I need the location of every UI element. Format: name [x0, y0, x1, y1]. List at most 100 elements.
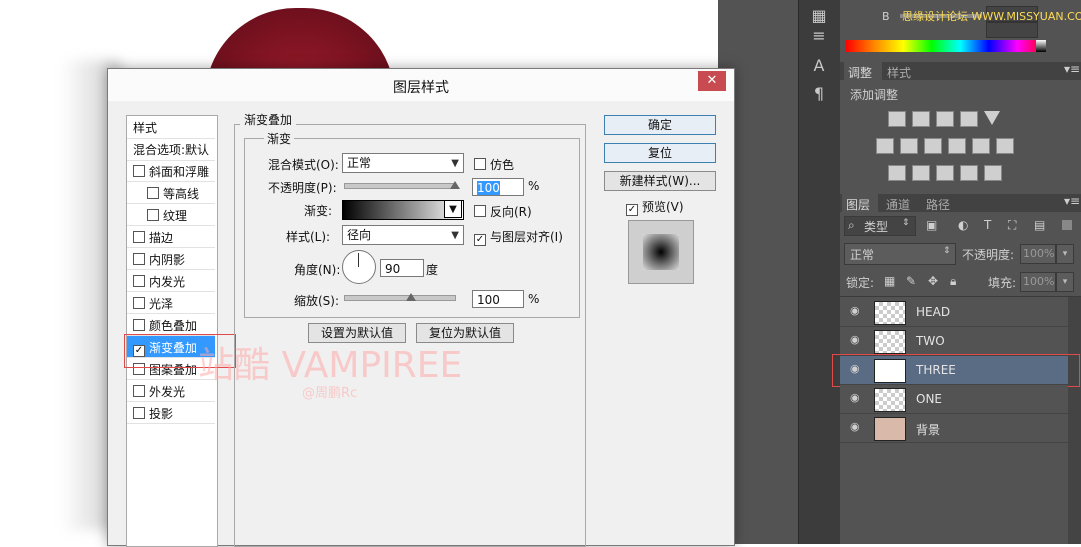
lock-pixels-icon[interactable]: ✎ — [906, 274, 916, 288]
layers-scrollbar[interactable] — [1068, 297, 1081, 544]
checkbox[interactable] — [147, 187, 159, 199]
eye-icon[interactable]: ◉ — [850, 334, 862, 345]
filter-shape-icon[interactable]: ⛶ — [1008, 218, 1016, 233]
checkbox[interactable] — [133, 385, 145, 397]
vibrance-icon[interactable] — [984, 111, 1000, 125]
tab-paths[interactable]: 路径 — [926, 196, 950, 213]
reverse-checkbox[interactable] — [474, 205, 486, 217]
filter-smart-icon[interactable]: ▤ — [1034, 218, 1045, 232]
opacity-slider-thumb[interactable] — [450, 181, 460, 189]
photo-filter-icon[interactable] — [948, 138, 966, 154]
color-spectrum[interactable] — [846, 40, 1046, 52]
align-label: 与图层对齐(I) — [490, 230, 563, 244]
style-item[interactable]: 内阴影 — [127, 248, 215, 270]
chevron-updown-icon: ⇕ — [943, 246, 951, 256]
levels-icon[interactable] — [912, 111, 930, 127]
gradient-map-icon[interactable] — [984, 165, 1002, 181]
blend-mode-label: 正常 — [850, 248, 875, 262]
color-field-2[interactable] — [986, 22, 1038, 38]
style-item[interactable]: 内发光 — [127, 270, 215, 292]
checkbox[interactable] — [133, 165, 145, 177]
fill-dropdown-icon[interactable]: ▾ — [1056, 272, 1074, 292]
style-select[interactable]: 径向 ▼ — [342, 225, 464, 245]
checkbox[interactable] — [133, 319, 145, 331]
align-checkbox[interactable]: ✓ — [474, 234, 486, 246]
style-item[interactable]: 颜色叠加 — [127, 314, 215, 336]
checkbox[interactable] — [147, 209, 159, 221]
opacity-slider[interactable] — [344, 183, 456, 189]
style-item[interactable]: 等高线 — [127, 182, 215, 204]
style-item[interactable]: 纹理 — [127, 204, 215, 226]
scale-value: 100 — [477, 293, 500, 307]
new-style-button[interactable]: 新建样式(W)... — [604, 171, 716, 191]
style-item[interactable]: 斜面和浮雕 — [127, 160, 215, 182]
scale-label: 缩放(S): — [294, 294, 340, 308]
blend-mode-select[interactable]: 正常 ▼ — [342, 153, 464, 173]
dither-checkbox[interactable] — [474, 158, 486, 170]
layer-row[interactable]: ◉ ONE — [840, 385, 1068, 414]
style-item[interactable]: 光泽 — [127, 292, 215, 314]
checkbox[interactable] — [133, 253, 145, 265]
scale-slider[interactable] — [344, 295, 456, 301]
settings-sliders-icon[interactable]: ≡ — [808, 26, 830, 46]
filter-pixel-icon[interactable]: ▣ — [926, 218, 937, 232]
style-item-label: 纹理 — [163, 209, 188, 223]
opacity-dropdown-icon[interactable]: ▾ — [1056, 244, 1074, 264]
opacity-input[interactable]: 100 — [472, 178, 524, 196]
brightness-icon[interactable] — [888, 111, 906, 127]
filter-toggle-icon[interactable] — [1062, 220, 1072, 230]
filter-type-icon[interactable]: T — [984, 218, 991, 232]
angle-dial[interactable] — [342, 250, 376, 284]
color-balance-icon[interactable] — [900, 138, 918, 154]
layers-menu-icon[interactable]: ▾≡ — [1064, 194, 1080, 208]
checkbox[interactable] — [133, 407, 145, 419]
black-white-icon[interactable] — [924, 138, 942, 154]
layer-row[interactable]: ◉ 背景 — [840, 414, 1068, 443]
curves-icon[interactable] — [936, 111, 954, 127]
checkbox[interactable] — [133, 297, 145, 309]
reset-button[interactable]: 复位 — [604, 143, 716, 163]
style-item[interactable]: 描边 — [127, 226, 215, 248]
color-bw-ramp[interactable] — [1036, 40, 1046, 52]
angle-input[interactable]: 90 — [380, 259, 424, 277]
tab-styles[interactable]: 样式 — [887, 64, 911, 81]
style-preview — [628, 220, 694, 284]
threshold-icon[interactable] — [936, 165, 954, 181]
styles-header[interactable]: 样式 — [127, 116, 215, 139]
gradient-dropdown-icon[interactable]: ▼ — [444, 200, 462, 218]
scale-input[interactable]: 100 — [472, 290, 524, 308]
character-icon[interactable]: A — [808, 56, 830, 76]
style-item-label: 投影 — [149, 407, 174, 421]
posterize-icon[interactable] — [912, 165, 930, 181]
opacity-percent: % — [528, 179, 540, 193]
color-lookup-icon[interactable] — [996, 138, 1014, 154]
panel-menu-icon[interactable]: ▾≡ — [1064, 62, 1080, 76]
layer-row[interactable]: ◉ TWO — [840, 327, 1068, 356]
hue-saturation-icon[interactable] — [876, 138, 894, 154]
opacity-value: 100 — [477, 181, 500, 195]
eye-icon[interactable]: ◉ — [850, 392, 862, 403]
ok-button[interactable]: 确定 — [604, 115, 716, 135]
preview-checkbox[interactable]: ✓ — [626, 204, 638, 216]
blend-options-item[interactable]: 混合选项:默认 — [127, 138, 215, 161]
style-item[interactable]: 投影 — [127, 402, 215, 424]
eye-icon[interactable]: ◉ — [850, 421, 862, 432]
close-button[interactable]: ✕ — [698, 71, 726, 91]
layer-row[interactable]: ◉ HEAD — [840, 298, 1068, 327]
scale-slider-thumb[interactable] — [406, 293, 416, 301]
lock-transparent-icon[interactable]: ▦ — [884, 274, 895, 288]
filter-adjust-icon[interactable]: ◐ — [958, 218, 968, 232]
checkbox[interactable] — [133, 231, 145, 243]
lock-all-icon[interactable]: 🔒︎ — [950, 274, 956, 289]
lock-position-icon[interactable]: ✥ — [928, 274, 938, 288]
exposure-icon[interactable] — [960, 111, 978, 127]
tab-channels[interactable]: 通道 — [886, 196, 910, 213]
checkbox[interactable] — [133, 275, 145, 287]
selective-color-icon[interactable] — [960, 165, 978, 181]
paragraph-icon[interactable]: ¶ — [808, 84, 830, 104]
invert-icon[interactable] — [888, 165, 906, 181]
channel-mixer-icon[interactable] — [972, 138, 990, 154]
brush-preset-icon[interactable]: ▦ — [808, 6, 830, 26]
eye-icon[interactable]: ◉ — [850, 305, 862, 316]
layers-divider — [840, 296, 1081, 297]
